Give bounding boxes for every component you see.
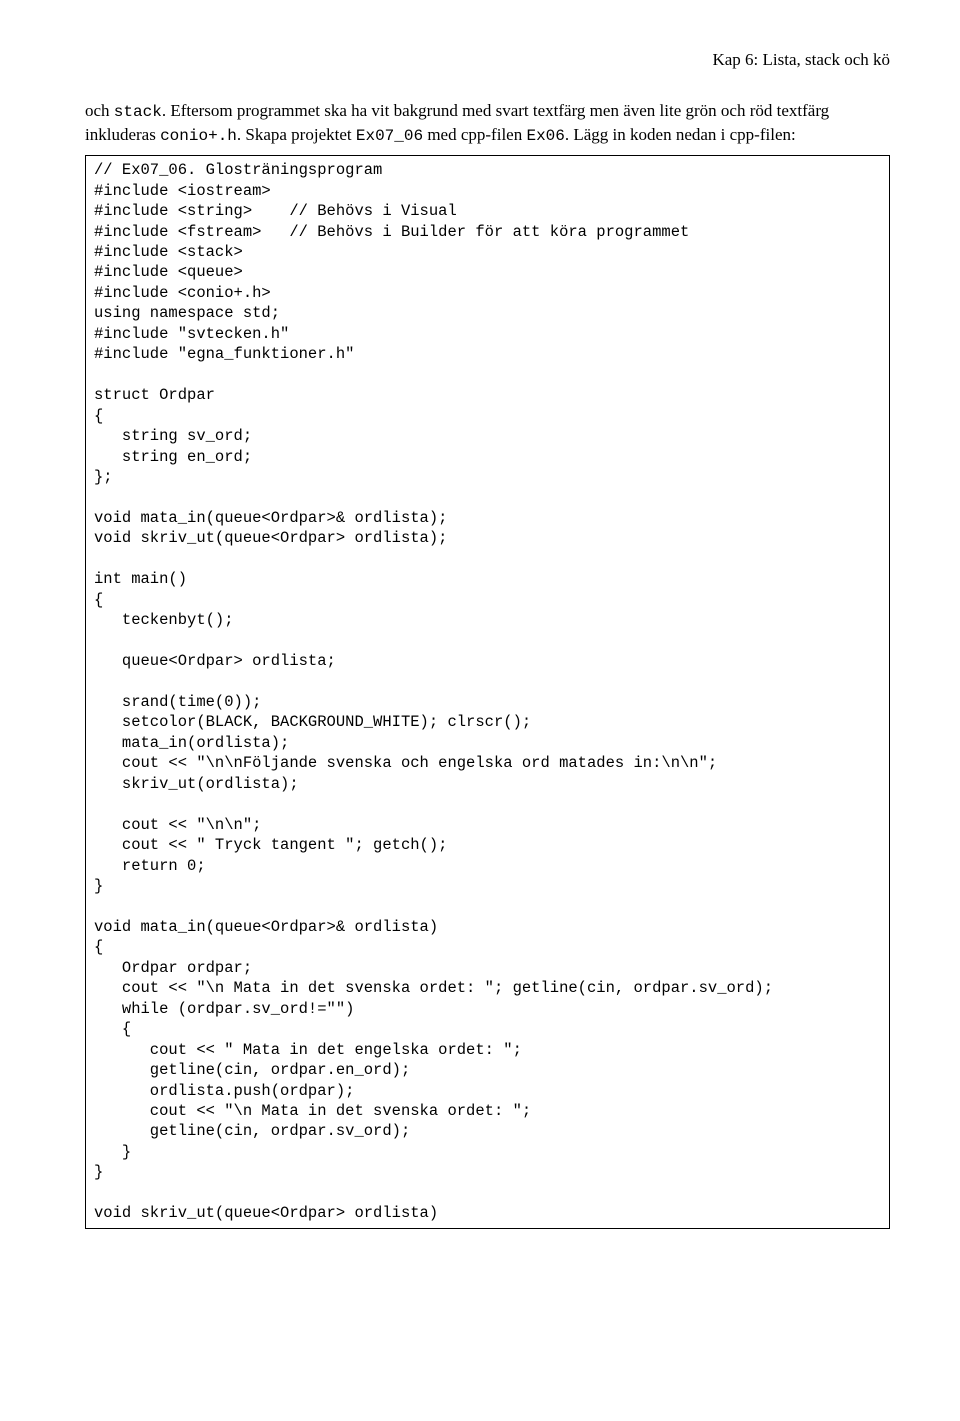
inline-code: conio+.h [160, 127, 237, 145]
text-fragment: med cpp-filen [423, 125, 526, 144]
text-fragment: . Lägg in koden nedan i cpp-filen: [565, 125, 796, 144]
inline-code: Ex06 [526, 127, 564, 145]
inline-code: Ex07_06 [356, 127, 423, 145]
inline-code: stack [114, 103, 162, 121]
code-listing: // Ex07_06. Glosträningsprogram #include… [85, 155, 890, 1229]
text-fragment: och [85, 101, 114, 120]
paragraph-1: och stack. Eftersom programmet ska ha vi… [85, 100, 890, 147]
document-page: Kap 6: Lista, stack och kö och stack. Ef… [0, 0, 960, 1269]
text-fragment: . Skapa projektet [237, 125, 356, 144]
chapter-header: Kap 6: Lista, stack och kö [85, 50, 890, 70]
